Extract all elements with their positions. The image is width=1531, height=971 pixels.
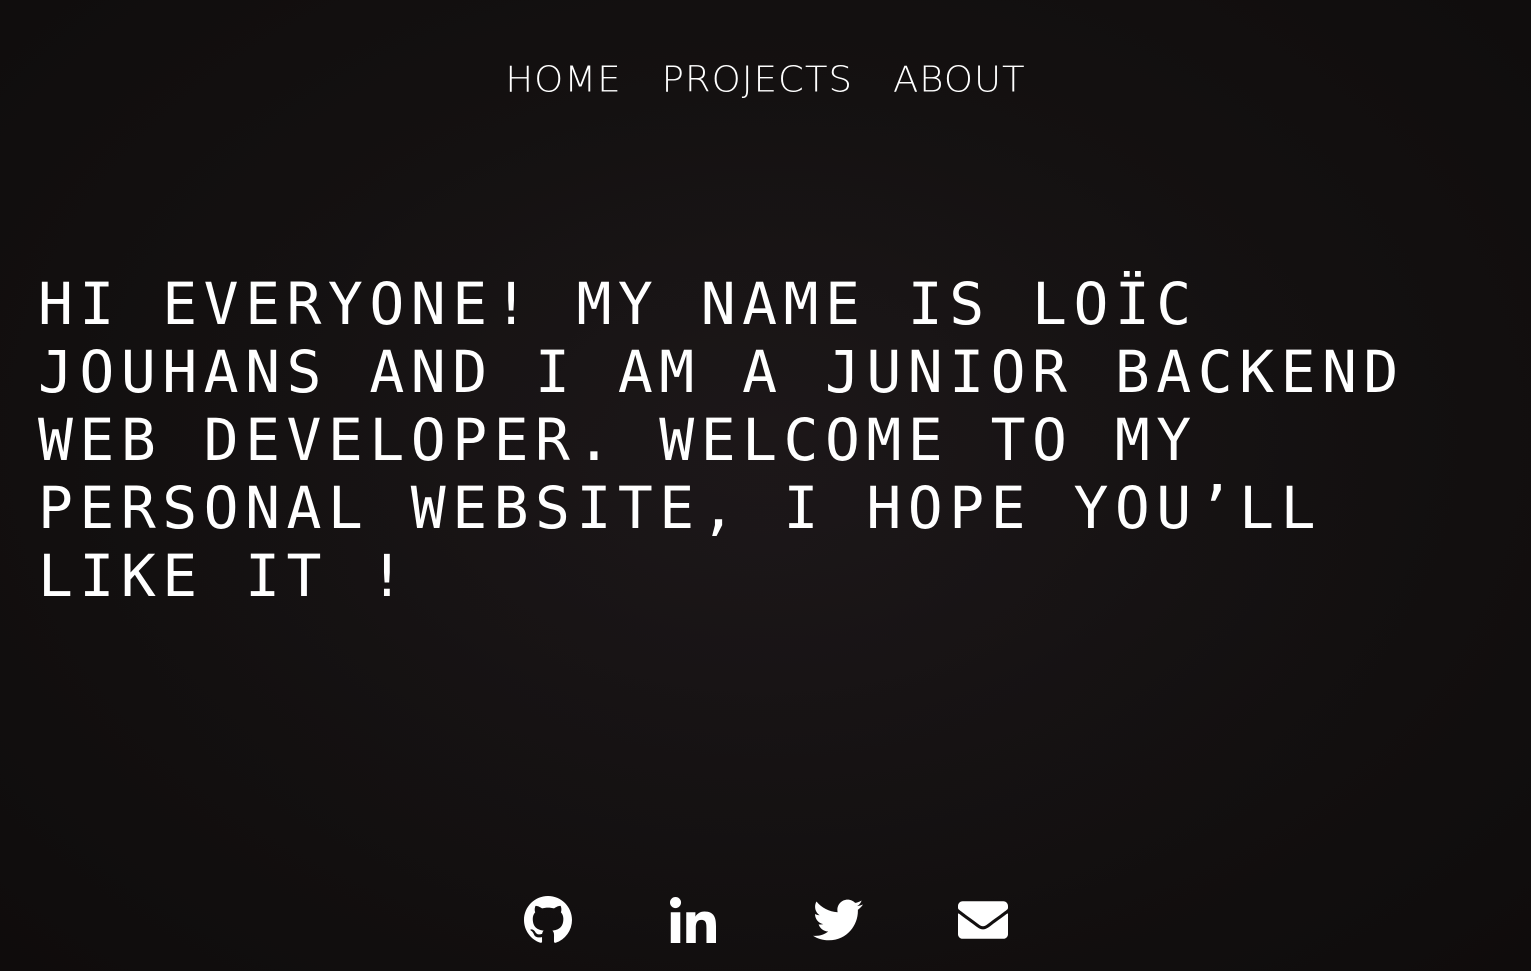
envelope-icon: [958, 901, 1008, 939]
social-links: [0, 895, 1531, 945]
hero-intro-text: HI EVERYONE! MY NAME IS LOÏC JOUHANS AND…: [38, 270, 1405, 610]
email-link[interactable]: [958, 895, 1008, 945]
twitter-icon: [813, 899, 863, 941]
nav-home-link[interactable]: HOME: [505, 59, 621, 101]
linkedin-link[interactable]: [668, 895, 718, 945]
twitter-link[interactable]: [813, 895, 863, 945]
nav-about-link[interactable]: ABOUT: [893, 59, 1026, 101]
linkedin-icon: [670, 897, 716, 943]
github-link[interactable]: [523, 895, 573, 945]
github-icon: [524, 896, 572, 944]
top-navigation: HOME PROJECTS ABOUT: [0, 58, 1531, 102]
nav-projects-link[interactable]: PROJECTS: [662, 59, 853, 101]
page: HOME PROJECTS ABOUT HI EVERYONE! MY NAME…: [0, 0, 1531, 971]
